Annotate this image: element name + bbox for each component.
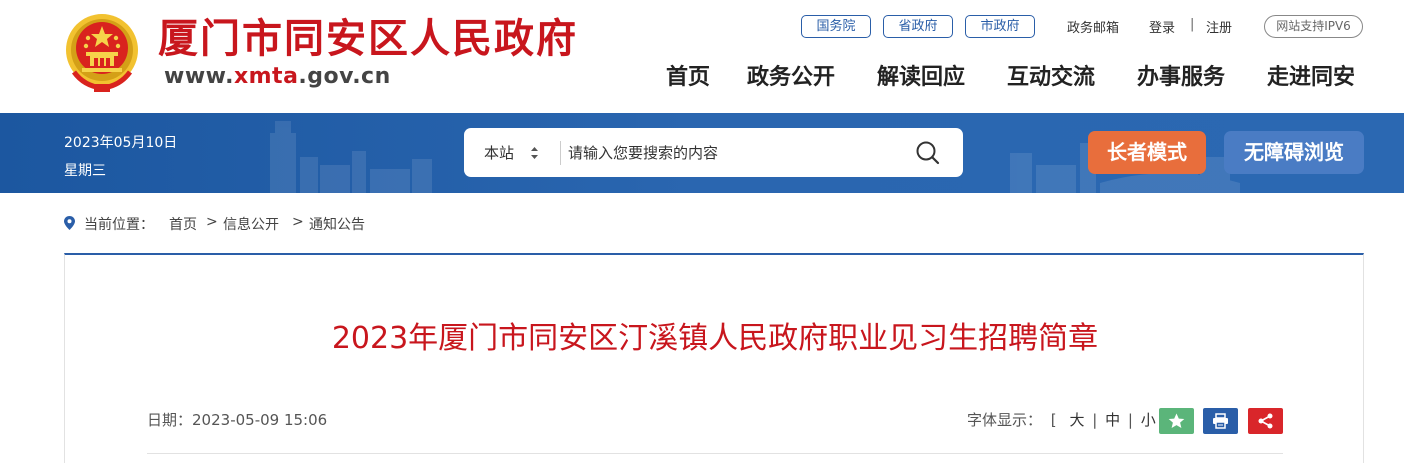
site-header: 厦门市同安区人民政府 www.xmta.gov.cn 国务院 省政府 市政府 政…	[0, 0, 1404, 113]
search-input[interactable]	[568, 139, 898, 166]
accessibility-button[interactable]: 无障碍浏览	[1224, 131, 1364, 174]
date-label: 日期：	[147, 411, 193, 429]
breadcrumb-info-public[interactable]: 信息公开	[223, 214, 279, 234]
share-icon	[1258, 413, 1273, 429]
date-value: 2023-05-09 15:06	[192, 411, 328, 429]
register-link[interactable]: 注册	[1206, 17, 1232, 36]
search-divider	[560, 141, 561, 165]
search-scope-select[interactable]: 本站	[484, 142, 514, 163]
ipv6-badge: 网站支持IPV6	[1264, 15, 1363, 38]
nav-services[interactable]: 办事服务	[1137, 62, 1225, 94]
elder-mode-button[interactable]: 长者模式	[1088, 131, 1206, 174]
nav-home[interactable]: 首页	[666, 62, 710, 94]
bracket-open: [	[1050, 411, 1057, 429]
font-medium-option[interactable]: 中	[1105, 409, 1120, 430]
weekday-text: 星期三	[64, 163, 106, 179]
city-gov-link[interactable]: 市政府	[965, 15, 1035, 38]
nav-interaction[interactable]: 互动交流	[1007, 62, 1095, 94]
article-divider	[147, 453, 1283, 454]
favorite-button[interactable]	[1159, 408, 1194, 434]
article-title: 2023年厦门市同安区汀溪镇人民政府职业见习生招聘简章	[331, 321, 1099, 356]
date-text: 2023年05月10日	[64, 135, 178, 151]
print-button[interactable]	[1203, 408, 1238, 434]
share-button[interactable]	[1248, 408, 1283, 434]
font-option-separator: |	[1127, 411, 1133, 429]
sort-arrows-icon[interactable]	[530, 146, 539, 160]
font-large-option[interactable]: 大	[1069, 409, 1084, 430]
login-register-separator: |	[1190, 17, 1195, 32]
breadcrumb-separator: >	[292, 214, 304, 230]
breadcrumb-separator: >	[206, 214, 218, 230]
font-size-control: 字体显示： [ 大 | 中 | 小 ]	[967, 409, 1169, 430]
star-icon	[1168, 413, 1185, 428]
breadcrumb-notices[interactable]: 通知公告	[309, 214, 365, 234]
search-box: 本站	[464, 128, 963, 177]
font-small-option[interactable]: 小	[1141, 409, 1156, 430]
current-date: 2023年05月10日 星期三	[64, 129, 177, 185]
top-links: 国务院 省政府 市政府 政务邮箱 登录 | 注册 网站支持IPV6	[0, 15, 1404, 39]
search-icon[interactable]	[914, 140, 942, 166]
nav-interpretation[interactable]: 解读回应	[877, 62, 965, 94]
breadcrumb-home[interactable]: 首页	[169, 214, 197, 234]
provincial-gov-link[interactable]: 省政府	[883, 15, 953, 38]
main-nav: 首页 政务公开 解读回应 互动交流 办事服务 走进同安	[0, 62, 1404, 96]
search-banner: 2023年05月10日 星期三 本站 长者模式 无障碍浏览	[0, 113, 1404, 193]
print-icon	[1213, 413, 1228, 429]
breadcrumb-label: 当前位置：	[84, 217, 154, 233]
article-panel: 2023年厦门市同安区汀溪镇人民政府职业见习生招聘简章 日期：2023-05-0…	[64, 253, 1364, 463]
nav-gov-affairs[interactable]: 政务公开	[747, 62, 835, 94]
font-size-label: 字体显示：	[967, 411, 1043, 429]
login-link[interactable]: 登录	[1149, 17, 1175, 36]
nav-about[interactable]: 走进同安	[1267, 62, 1355, 94]
state-council-link[interactable]: 国务院	[801, 15, 871, 38]
font-option-separator: |	[1092, 411, 1098, 429]
gov-email-link[interactable]: 政务邮箱	[1067, 17, 1119, 36]
article-date: 日期：2023-05-09 15:06	[147, 409, 327, 430]
location-pin-icon	[64, 216, 75, 230]
